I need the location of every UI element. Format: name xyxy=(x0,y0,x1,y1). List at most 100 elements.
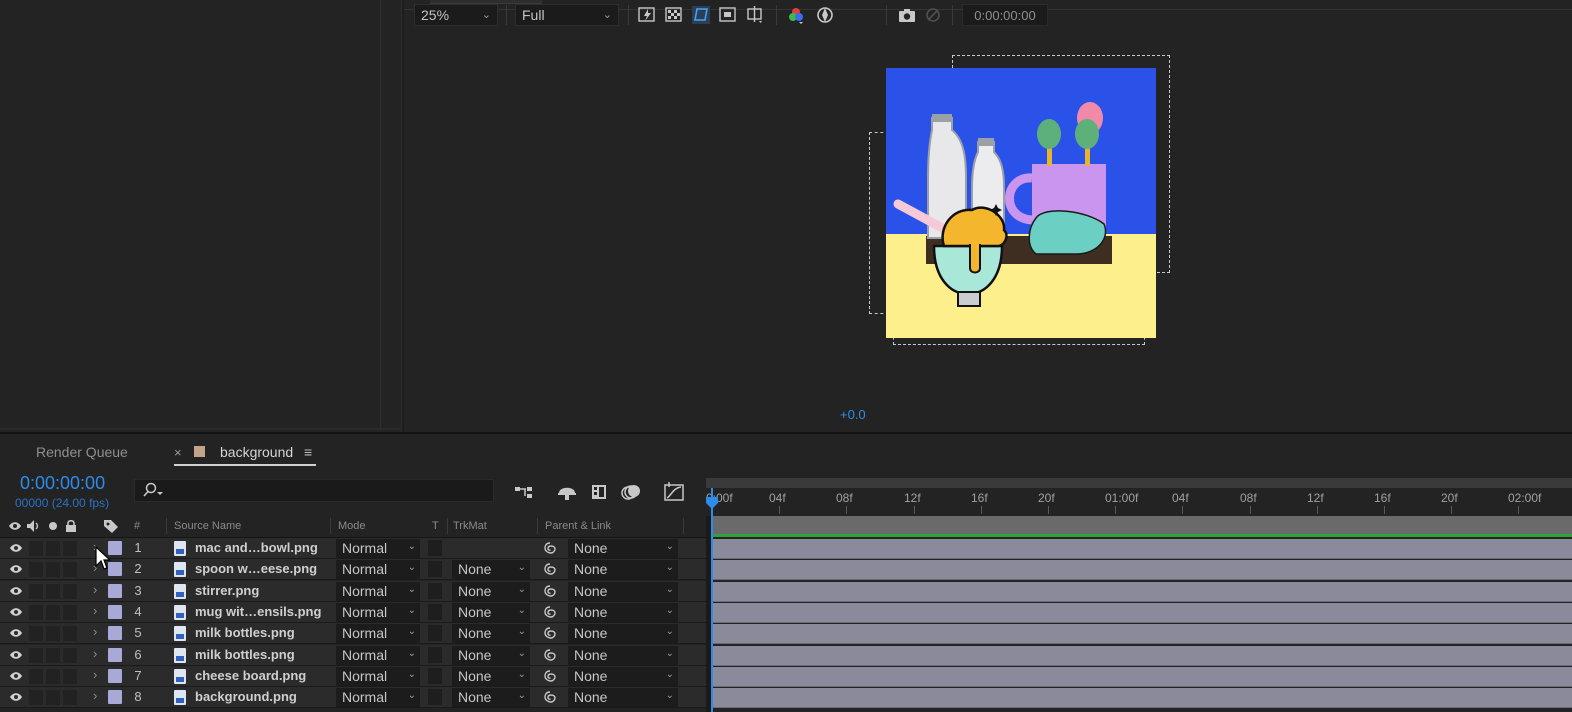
parent-select[interactable]: None ⌄ xyxy=(568,539,678,558)
layer-label-color[interactable] xyxy=(108,605,122,619)
pick-whip-icon[interactable] xyxy=(543,669,557,683)
parent-select[interactable]: None ⌄ xyxy=(568,688,678,707)
layer-row[interactable]: › 4 mug wit…ensils.png Normal ⌄ None ⌄ N… xyxy=(0,602,706,623)
layer-row[interactable]: › 5 milk bottles.png Normal ⌄ None ⌄ Non… xyxy=(0,623,706,644)
transparency-grid-icon[interactable] xyxy=(665,6,683,24)
audio-switch[interactable] xyxy=(29,584,43,599)
comp-flowchart-icon[interactable] xyxy=(513,482,535,502)
resolution-select[interactable]: Full ⌄ xyxy=(515,4,619,26)
layer-name[interactable]: mug wit…ensils.png xyxy=(195,604,321,619)
frame-blending-icon[interactable] xyxy=(589,482,611,502)
expand-chevron-icon[interactable]: › xyxy=(93,667,97,682)
layer-duration-bar[interactable] xyxy=(712,688,1572,708)
lock-switch[interactable] xyxy=(63,605,77,620)
expand-chevron-icon[interactable]: › xyxy=(93,582,97,597)
eye-icon[interactable] xyxy=(9,671,23,681)
blend-mode-select[interactable]: Normal ⌄ xyxy=(336,539,420,558)
shy-layers-icon[interactable] xyxy=(556,482,578,502)
parent-select[interactable]: None ⌄ xyxy=(568,560,678,579)
mask-path-visibility-icon[interactable] xyxy=(692,6,710,24)
zoom-select[interactable]: 25% ⌄ xyxy=(414,4,498,26)
layer-name[interactable]: spoon w…eese.png xyxy=(195,561,317,576)
layer-name[interactable]: background.png xyxy=(195,689,297,704)
snapshot-camera-icon[interactable] xyxy=(898,6,916,24)
expand-chevron-icon[interactable]: › xyxy=(93,646,97,661)
layer-name[interactable]: stirrer.png xyxy=(195,583,259,598)
pick-whip-icon[interactable] xyxy=(543,584,557,598)
close-icon[interactable]: × xyxy=(174,445,182,460)
lock-switch[interactable] xyxy=(63,584,77,599)
preserve-transparency-toggle[interactable] xyxy=(428,583,442,599)
composition-canvas[interactable] xyxy=(886,68,1156,338)
lock-switch[interactable] xyxy=(63,562,77,577)
playhead-handle-icon[interactable] xyxy=(706,497,718,509)
pick-whip-icon[interactable] xyxy=(543,690,557,704)
solo-switch[interactable] xyxy=(46,562,60,577)
preserve-transparency-toggle[interactable] xyxy=(428,668,442,684)
time-navigator-bar[interactable] xyxy=(706,478,1572,488)
parent-select[interactable]: None ⌄ xyxy=(568,646,678,665)
pick-whip-icon[interactable] xyxy=(543,605,557,619)
motion-blur-icon[interactable] xyxy=(620,482,642,502)
lock-icon[interactable] xyxy=(65,519,77,533)
preserve-transparency-toggle[interactable] xyxy=(428,561,442,577)
eye-icon[interactable] xyxy=(9,543,23,553)
track-matte-select[interactable]: None ⌄ xyxy=(452,667,530,686)
layer-row[interactable]: › 8 background.png Normal ⌄ None ⌄ None … xyxy=(0,687,706,708)
layer-name[interactable]: milk bottles.png xyxy=(195,625,295,640)
grid-guides-icon[interactable] xyxy=(746,6,764,24)
reset-exposure-icon[interactable] xyxy=(816,6,834,24)
track-matte-select[interactable]: None ⌄ xyxy=(452,603,530,622)
layer-duration-bar[interactable] xyxy=(712,560,1572,580)
solo-switch[interactable] xyxy=(46,605,60,620)
channel-rgb-icon[interactable] xyxy=(787,6,805,24)
preserve-transparency-toggle[interactable] xyxy=(428,689,442,705)
layer-row[interactable]: › 7 cheese board.png Normal ⌄ None ⌄ Non… xyxy=(0,666,706,687)
expand-chevron-icon[interactable]: › xyxy=(93,624,97,639)
eye-icon[interactable] xyxy=(9,607,23,617)
layer-duration-bar[interactable] xyxy=(712,582,1572,602)
blend-mode-select[interactable]: Normal ⌄ xyxy=(336,624,420,643)
col-source-name[interactable]: Source Name xyxy=(174,520,241,532)
pick-whip-icon[interactable] xyxy=(543,541,557,555)
eye-icon[interactable] xyxy=(9,564,23,574)
parent-select[interactable]: None ⌄ xyxy=(568,582,678,601)
blend-mode-select[interactable]: Normal ⌄ xyxy=(336,603,420,622)
pick-whip-icon[interactable] xyxy=(543,626,557,640)
layer-label-color[interactable] xyxy=(108,584,122,598)
layer-search-input[interactable] xyxy=(134,479,494,502)
layer-label-color[interactable] xyxy=(108,648,122,662)
solo-dot-icon[interactable] xyxy=(48,521,58,531)
show-snapshot-icon[interactable] xyxy=(924,6,942,24)
layer-label-color[interactable] xyxy=(108,626,122,640)
solo-switch[interactable] xyxy=(46,584,60,599)
parent-select[interactable]: None ⌄ xyxy=(568,667,678,686)
pick-whip-icon[interactable] xyxy=(543,562,557,576)
audio-switch[interactable] xyxy=(29,648,43,663)
layer-label-color[interactable] xyxy=(108,690,122,704)
audio-switch[interactable] xyxy=(29,605,43,620)
eye-icon[interactable] xyxy=(9,692,23,702)
eye-icon[interactable] xyxy=(9,586,23,596)
layer-duration-bar[interactable] xyxy=(712,603,1572,623)
audio-switch[interactable] xyxy=(29,562,43,577)
solo-switch[interactable] xyxy=(46,541,60,556)
solo-switch[interactable] xyxy=(46,626,60,641)
expand-chevron-icon[interactable]: › xyxy=(93,603,97,618)
layer-duration-bar[interactable] xyxy=(712,667,1572,687)
fast-previews-icon[interactable] xyxy=(638,6,656,24)
track-matte-select[interactable]: None ⌄ xyxy=(452,582,530,601)
track-matte-select[interactable]: None ⌄ xyxy=(452,688,530,707)
preserve-transparency-toggle[interactable] xyxy=(428,540,442,556)
tab-background-comp[interactable]: background xyxy=(220,444,293,460)
timeline-current-time[interactable]: 0:00:00:00 xyxy=(20,473,105,494)
track-matte-select[interactable]: None ⌄ xyxy=(452,624,530,643)
label-tag-icon[interactable] xyxy=(103,519,119,533)
lock-switch[interactable] xyxy=(63,648,77,663)
blend-mode-select[interactable]: Normal ⌄ xyxy=(336,646,420,665)
panel-menu-icon[interactable]: ≡ xyxy=(304,444,312,460)
parent-select[interactable]: None ⌄ xyxy=(568,624,678,643)
eye-icon[interactable] xyxy=(9,650,23,660)
solo-switch[interactable] xyxy=(46,648,60,663)
work-area-bar[interactable] xyxy=(712,516,1572,534)
